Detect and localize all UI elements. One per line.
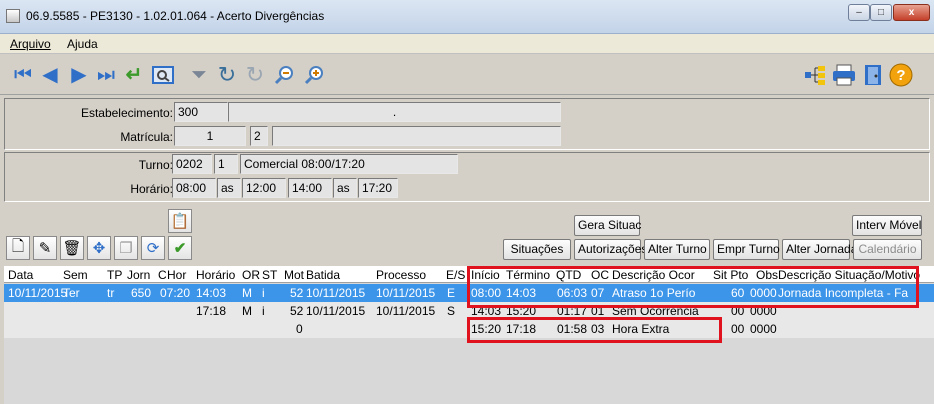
col-horario[interactable]: Horário (196, 268, 235, 282)
svg-text:?: ? (896, 67, 905, 84)
col-data[interactable]: Data (8, 268, 33, 282)
turno-label: Turno: (138, 158, 173, 172)
col-hor[interactable]: Hor (167, 268, 186, 282)
employee-panel: Estabelecimento: 300 . Matrícula: 1 2 (4, 98, 930, 150)
col-or[interactable]: OR (242, 268, 260, 282)
highlight-box-top (467, 266, 919, 308)
estabelecimento-code-field[interactable]: 300 (174, 102, 228, 122)
turno-num-field[interactable]: 1 (214, 154, 238, 174)
help-icon[interactable]: ? (889, 63, 913, 87)
col-tp[interactable]: TP (107, 268, 122, 282)
col-st[interactable]: ST (262, 268, 277, 282)
filter-icon[interactable]: ⏷ (187, 63, 211, 87)
horario-start-2-field[interactable]: 14:00 (288, 178, 332, 198)
menu-bar: Arquivo Ajuda (0, 34, 934, 54)
horario-start-1-field[interactable]: 08:00 (172, 178, 216, 198)
edit-record-icon[interactable]: ✎ (33, 236, 57, 260)
exit-icon[interactable] (861, 63, 885, 87)
matricula-field[interactable]: 1 (174, 126, 246, 146)
interv-movel-button[interactable]: Interv Móvel (852, 215, 922, 236)
autorizacoes-button[interactable]: Autorizações (574, 239, 647, 260)
col-c[interactable]: C (158, 268, 167, 282)
zoom-out-icon[interactable] (272, 63, 296, 87)
gera-situac-button[interactable]: Gera Situac (574, 215, 641, 236)
copy-icon[interactable]: ❐ (114, 236, 138, 260)
undo-icon[interactable]: ↻ (215, 63, 239, 87)
col-mot[interactable]: Mot (284, 268, 304, 282)
menu-arquivo[interactable]: Arquivo (10, 37, 51, 51)
goto-icon[interactable]: ↵ (122, 63, 146, 87)
matricula-label: Matrícula: (120, 130, 173, 144)
col-jorn[interactable]: Jorn (127, 268, 150, 282)
window-title: 06.9.5585 - PE3130 - 1.02.01.064 - Acert… (26, 9, 325, 23)
turno-code-field[interactable]: 0202 (172, 154, 212, 174)
highlight-box-bottom (467, 317, 722, 343)
search-icon[interactable] (151, 63, 175, 87)
shift-panel: Turno: 0202 1 Comercial 08:00/17:20 Horá… (4, 152, 930, 202)
col-sem[interactable]: Sem (63, 268, 88, 282)
estabelecimento-label: Estabelecimento: (80, 106, 173, 120)
app-icon (6, 9, 20, 23)
matricula-digit-field[interactable]: 2 (250, 126, 268, 146)
title-bar: 06.9.5585 - PE3130 - 1.02.01.064 - Acert… (0, 0, 934, 34)
refresh-icon[interactable]: ⟳ (141, 236, 165, 260)
matricula-name-field[interactable] (272, 126, 561, 146)
alter-turno-button[interactable]: Alter Turno (644, 239, 710, 260)
minimize-button[interactable]: – (848, 4, 870, 21)
maximize-button[interactable]: □ (870, 4, 892, 21)
toolbar: ⏮ ◀ ▶ ⏭ ↵ ⏷ ↻ ↻ ? (0, 55, 934, 95)
report-icon[interactable]: 📋 (168, 209, 192, 233)
estabelecimento-desc-field[interactable]: . (228, 102, 561, 122)
last-icon[interactable]: ⏭ (94, 63, 118, 87)
next-icon[interactable]: ▶ (67, 63, 91, 87)
zoom-in-icon[interactable] (302, 63, 326, 87)
prev-icon[interactable]: ◀ (38, 63, 62, 87)
horario-label: Horário: (130, 182, 173, 196)
horario-as-1: as (217, 178, 241, 198)
calendario-button[interactable]: Calendário (853, 239, 922, 260)
new-record-icon[interactable]: 🗋 (6, 236, 30, 260)
turno-desc-field[interactable]: Comercial 08:00/17:20 (240, 154, 458, 174)
alter-jornada-button[interactable]: Alter Jornada (782, 239, 857, 260)
horario-end-1-field[interactable]: 12:00 (242, 178, 286, 198)
horario-as-2: as (333, 178, 357, 198)
tree-icon[interactable] (803, 63, 827, 87)
move-icon[interactable]: ✥ (87, 236, 111, 260)
print-icon[interactable] (832, 63, 856, 87)
menu-ajuda[interactable]: Ajuda (67, 37, 98, 51)
col-batida[interactable]: Batida (306, 268, 340, 282)
col-processo[interactable]: Processo (376, 268, 426, 282)
col-es[interactable]: E/S (446, 268, 465, 282)
situacoes-button[interactable]: Situações (503, 239, 571, 260)
confirm-icon[interactable]: ✔ (168, 236, 192, 260)
first-icon[interactable]: ⏮ (11, 63, 35, 87)
delete-icon[interactable]: 🗑 (60, 236, 84, 260)
close-button[interactable]: x (893, 4, 930, 21)
horario-end-2-field[interactable]: 17:20 (358, 178, 398, 198)
redo-icon[interactable]: ↻ (243, 63, 267, 87)
empr-turno-button[interactable]: Empr Turno (713, 239, 780, 260)
